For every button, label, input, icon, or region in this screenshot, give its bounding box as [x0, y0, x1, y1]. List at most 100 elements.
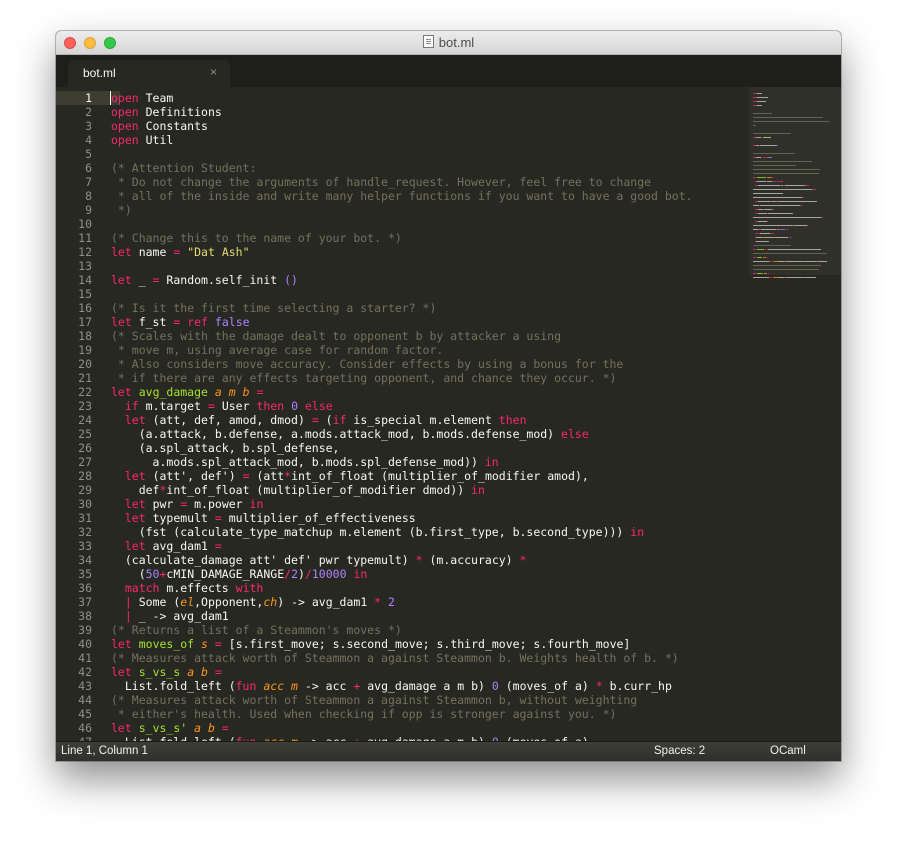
- code-token: a b: [194, 721, 215, 735]
- code-line[interactable]: let _ = Random.self_init (): [111, 273, 298, 287]
- code-token: (* Attention Student:: [111, 161, 257, 175]
- code-token: * Also considers move accuracy. Consider…: [111, 357, 624, 371]
- code-token: open: [111, 91, 139, 105]
- cursor-position[interactable]: Line 1, Column 1: [61, 745, 148, 757]
- code-token: "Dat Ash": [187, 245, 250, 259]
- code-area[interactable]: open Team open Definitions open Constants o…: [111, 87, 746, 741]
- code-line[interactable]: let avg_damage a m b =: [111, 385, 263, 399]
- code-token: then: [498, 413, 527, 427]
- code-editor[interactable]: 1 2 3 4 5 6 7 8 9 10 11 12 13 14 15 16 17 18 19 20 21 22 23 24 2…: [56, 87, 841, 741]
- code-line[interactable]: * either's health. Used when checking if…: [111, 707, 617, 721]
- code-line[interactable]: (* Scales with the damage dealt to oppon…: [111, 329, 561, 343]
- minimap-line: [776, 145, 778, 146]
- minimap-line: [753, 277, 769, 278]
- code-token: _ -> avg_dam1: [131, 609, 229, 623]
- code-line[interactable]: a.mods.spl_attack_mod, b.mods.spl_defens…: [111, 455, 499, 469]
- minimap-line: [794, 225, 807, 226]
- line-number: 4: [85, 133, 92, 147]
- minimap-line: [763, 257, 766, 258]
- line-number: 21: [78, 371, 92, 385]
- line-number-gutter: 1 2 3 4 5 6 7 8 9 10 11 12 13 14 15 16 17 18 19 20 21 22 23 24 2…: [56, 87, 104, 741]
- code-line[interactable]: (* Attention Student:: [111, 161, 256, 175]
- code-token: (att', def'): [145, 469, 243, 483]
- minimap-line: [753, 217, 821, 218]
- tab-bot-ml[interactable]: bot.ml ×: [68, 60, 230, 87]
- code-line[interactable]: (a.attack, b.defense, a.mods.attack_mod,…: [111, 427, 589, 441]
- code-line[interactable]: open Constants: [111, 119, 208, 133]
- code-token: *: [415, 553, 423, 567]
- code-token: (): [284, 273, 298, 287]
- code-token: *: [519, 553, 527, 567]
- code-token: let: [111, 315, 132, 329]
- code-line[interactable]: let f_st = ref false: [111, 315, 250, 329]
- line-number: 8: [85, 189, 92, 203]
- code-line[interactable]: (* Returns a list of a Steammon's moves …: [111, 623, 402, 637]
- code-line[interactable]: (* Is it the first time selecting a star…: [111, 301, 436, 315]
- code-line[interactable]: match m.effects with: [111, 581, 264, 595]
- code-token: List.fold_left (: [111, 679, 236, 693]
- code-line[interactable]: let pwr = m.power in: [111, 497, 264, 511]
- code-line[interactable]: let (att', def') = (att*int_of_float (mu…: [111, 469, 589, 483]
- syntax-setting[interactable]: OCaml: [770, 745, 806, 757]
- code-token: m.effects: [159, 581, 236, 595]
- code-token: =: [214, 539, 222, 553]
- code-line[interactable]: open Util: [111, 133, 173, 147]
- code-token: =: [214, 665, 222, 679]
- code-line[interactable]: let avg_dam1 =: [111, 539, 222, 553]
- code-line[interactable]: (a.spl_attack, b.spl_defense,: [111, 441, 340, 455]
- code-line[interactable]: (50+cMIN_DAMAGE_RANGE/2)/10000 in: [111, 567, 368, 581]
- code-line[interactable]: let (att, def, amod, dmod) = (if is_spec…: [111, 413, 527, 427]
- line-number: 5: [85, 147, 92, 161]
- code-line[interactable]: List.fold_left (fun acc m -> acc + avg_d…: [111, 679, 672, 693]
- code-token: 0: [491, 679, 499, 693]
- code-line[interactable]: * Do not change the arguments of handle_…: [111, 175, 651, 189]
- code-line[interactable]: * all of the inside and write many helpe…: [111, 189, 693, 203]
- line-number: 42: [78, 665, 92, 679]
- code-line[interactable]: let name = "Dat Ash": [111, 245, 250, 259]
- code-line[interactable]: (* Measures attack worth of Steammon a a…: [111, 651, 679, 665]
- code-token: (m.accuracy): [422, 553, 520, 567]
- code-line[interactable]: open Definitions: [111, 105, 222, 119]
- code-line[interactable]: (fst (calculate_type_matchup m.element (…: [111, 525, 644, 539]
- code-line[interactable]: * move m, using average case for random …: [111, 343, 443, 357]
- minimap-line: [772, 209, 774, 210]
- indentation-setting[interactable]: Spaces: 2: [654, 745, 705, 757]
- code-line[interactable]: | Some (el,Opponent,ch) -> avg_dam1 * 2: [111, 595, 395, 609]
- line-number: 16: [78, 301, 92, 315]
- code-line[interactable]: let s_vs_s' a b =: [111, 721, 229, 735]
- minimap-line: [770, 233, 774, 234]
- code-token: ,Opponent,: [194, 595, 264, 609]
- code-line[interactable]: (* Measures attack worth of Steammon a a…: [111, 693, 637, 707]
- code-token: a m b: [214, 385, 250, 399]
- tab-close-icon[interactable]: ×: [210, 65, 217, 79]
- line-number: 44: [78, 693, 92, 707]
- code-token: (moves_of a): [498, 679, 596, 693]
- code-line[interactable]: let s_vs_s a b =: [111, 665, 222, 679]
- minimap[interactable]: [749, 87, 841, 741]
- code-line[interactable]: | _ -> avg_dam1: [111, 609, 229, 623]
- code-token: * either's health. Used when checking if…: [111, 707, 617, 721]
- code-line[interactable]: * if there are any effects targeting opp…: [111, 371, 617, 385]
- code-line[interactable]: (* Change this to the name of your bot. …: [111, 231, 402, 245]
- line-number: 20: [78, 357, 92, 371]
- code-line[interactable]: * Also considers move accuracy. Consider…: [111, 357, 623, 371]
- title-bar[interactable]: bot.ml: [56, 31, 841, 55]
- minimap-line: [800, 205, 802, 206]
- code-token: typemult: [145, 511, 215, 525]
- code-line[interactable]: open Team: [111, 91, 173, 105]
- code-line[interactable]: *): [111, 203, 132, 217]
- code-line[interactable]: (calculate_damage att' def' pwr typemult…: [111, 553, 527, 567]
- code-line[interactable]: let typemult = multiplier_of_effectivene…: [111, 511, 416, 525]
- code-token: pwr: [145, 497, 181, 511]
- minimap-line: [761, 137, 762, 138]
- minimap-line: [777, 181, 778, 182]
- code-line[interactable]: def*int_of_float (multiplier_of_modifier…: [111, 483, 485, 497]
- code-token: ): [298, 567, 305, 581]
- code-line[interactable]: if m.target = User then 0 else: [111, 399, 333, 413]
- code-line[interactable]: let moves_of s = [s.first_move; s.second…: [111, 637, 630, 651]
- window-title: bot.ml: [56, 35, 841, 50]
- line-number: 34: [78, 553, 92, 567]
